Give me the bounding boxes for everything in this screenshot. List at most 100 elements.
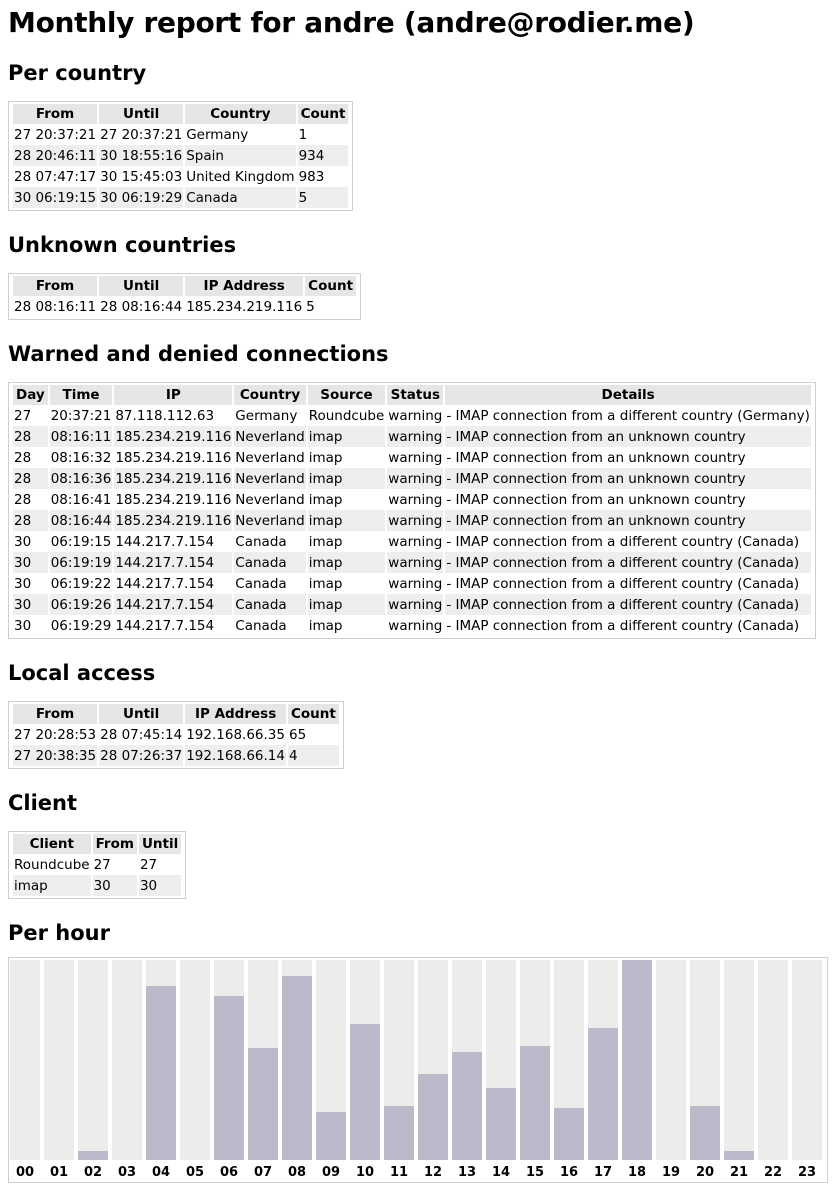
- cell-ip-address: 185.234.219.116: [186, 298, 303, 315]
- cell-source: imap: [308, 449, 343, 466]
- table-row: 27 20:38:35 28 07:26:37 192.168.66.14 4: [13, 745, 339, 766]
- cell-day: 28: [13, 510, 48, 531]
- cell-details: - IMAP connection from an unknown countr…: [445, 510, 811, 531]
- cell-time: 06:19:22: [50, 575, 112, 592]
- table-row: 28 08:16:32 185.234.219.116 Neverland imap wa…: [13, 447, 811, 468]
- table-row: imap 30 30: [13, 875, 182, 896]
- cell-from: 30: [92, 875, 137, 896]
- cell-details: - IMAP connection from a different count…: [445, 552, 811, 573]
- hour-tick-label-01: 01: [50, 1165, 68, 1180]
- cell-ip: 185.234.219.116: [114, 426, 233, 447]
- cell-ip-address: 192.168.66.35: [186, 726, 285, 743]
- cell-source: imap: [307, 510, 386, 531]
- cell-count: 5: [297, 187, 349, 208]
- cell-time: 06:19:19: [49, 552, 113, 573]
- cell-count: 1: [298, 126, 308, 143]
- hour-bar-17: [588, 1028, 618, 1160]
- cell-status: warning: [387, 552, 444, 573]
- cell-country: Germany: [235, 407, 298, 424]
- column-header-count: Count: [287, 704, 339, 724]
- column-header-country: Country: [234, 385, 306, 405]
- cell-from: 28 08:16:11: [14, 298, 97, 315]
- cell-country: Neverland: [235, 449, 305, 466]
- cell-details: - IMAP connection from an unknown countr…: [445, 468, 811, 489]
- hour-column-bg: [792, 960, 822, 1160]
- local-access-table-wrap: From Until IP Address Count 27 20:28:53 28 0…: [8, 701, 344, 769]
- hour-tick-label-18: 18: [628, 1165, 646, 1180]
- hour-bar-12: [418, 1074, 448, 1160]
- hour-column-bg: [10, 960, 40, 1160]
- cell-count: 4: [287, 745, 339, 766]
- cell-until: 27 20:37:21: [100, 126, 183, 143]
- cell-count: 5: [306, 298, 315, 315]
- hour-tick-label-00: 00: [16, 1165, 34, 1180]
- column-header-from: From: [13, 104, 98, 124]
- hour-column-bg: [78, 960, 108, 1160]
- cell-country: Germany: [186, 126, 249, 143]
- column-header-status: Status: [387, 385, 444, 405]
- client-table: Client From Until Roundcube 27 27 imap 30 30: [11, 834, 183, 896]
- table-row: 28 07:47:17 30 15:45:03 United Kingdom 983: [13, 166, 348, 187]
- hour-column-bg: [180, 960, 210, 1160]
- cell-details: - IMAP connection from a different count…: [446, 575, 800, 592]
- column-header-ip-address: IP Address: [185, 276, 304, 296]
- column-header-from: From: [13, 704, 98, 724]
- cell-country: United Kingdom: [186, 168, 295, 185]
- cell-from: 27 20:38:35: [13, 745, 98, 766]
- cell-country: Neverland: [234, 510, 306, 531]
- client-heading: Client: [8, 791, 78, 815]
- cell-details: - IMAP connection from a different count…: [445, 594, 811, 615]
- cell-source: imap: [308, 617, 343, 634]
- column-header-details: Details: [445, 385, 811, 405]
- cell-country: Neverland: [234, 426, 306, 447]
- cell-until: 30 06:19:29: [99, 187, 184, 208]
- per-hour-chart: 00 01 02 03 04 05 06 07 08 09 10 11 12 13 14 15 16 17 18 19…: [8, 957, 828, 1183]
- cell-ip-address: 192.168.66.14: [185, 745, 286, 766]
- cell-from: 27 20:28:53: [14, 726, 97, 743]
- hour-bar-21: [724, 1151, 754, 1160]
- per-country-table: From Until Country Count 27 20:37:21 27 20:3…: [11, 104, 350, 208]
- column-header-until: Until: [99, 704, 184, 724]
- per-hour-chart-svg: 00 01 02 03 04 05 06 07 08 09 10 11 12 13 14 15 16 17 18 19…: [10, 960, 822, 1180]
- cell-source: imap: [308, 491, 343, 508]
- cell-details: - IMAP connection from an unknown countr…: [446, 449, 746, 466]
- cell-ip: 185.234.219.116: [115, 449, 232, 466]
- table-row: 30 06:19:26 144.217.7.154 Canada imap warning…: [13, 594, 811, 615]
- cell-country: Neverland: [234, 468, 306, 489]
- hour-tick-label-11: 11: [390, 1165, 408, 1180]
- hour-column-bg: [656, 960, 686, 1160]
- unknown-countries-table: From Until IP Address Count 28 08:16:11 28 0…: [11, 276, 358, 317]
- cell-day: 30: [14, 617, 32, 634]
- table-row: 28 20:46:11 30 18:55:16 Spain 934: [13, 145, 349, 166]
- column-header-source: Source: [307, 385, 386, 405]
- hour-tick-label-08: 08: [288, 1165, 306, 1180]
- hour-tick-label-20: 20: [696, 1165, 714, 1180]
- column-header-count: Count: [305, 276, 357, 296]
- cell-count: 983: [298, 168, 325, 185]
- warned-table-wrap: Day Time IP Country Source Status Details 27 20…: [8, 382, 816, 639]
- unknown-countries-heading: Unknown countries: [8, 233, 237, 257]
- table-row: 30 06:19:19 144.217.7.154 Canada imap warning…: [13, 552, 811, 573]
- cell-from: 27: [93, 856, 111, 873]
- hour-tick-label-03: 03: [118, 1165, 136, 1180]
- cell-until: 30: [138, 875, 182, 896]
- cell-time: 08:16:32: [50, 449, 112, 466]
- cell-ip: 185.234.219.116: [115, 491, 232, 508]
- cell-ip: 185.234.219.116: [114, 468, 233, 489]
- hour-tick-label-07: 07: [254, 1165, 272, 1180]
- cell-client: imap: [13, 875, 91, 896]
- cell-until: 27: [139, 856, 158, 873]
- cell-status: warning: [388, 617, 443, 634]
- cell-client: Roundcube: [14, 856, 90, 873]
- cell-details: - IMAP connection from a different count…: [446, 617, 800, 634]
- cell-day: 30: [13, 594, 48, 615]
- hour-tick-label-12: 12: [424, 1165, 442, 1180]
- table-row: 27 20:37:21 87.118.112.63 Germany Roundcube w…: [13, 405, 811, 426]
- page-title: Monthly report for andre (andre@rodier.m…: [8, 6, 695, 39]
- cell-status: warning: [388, 575, 443, 592]
- cell-day: 30: [14, 575, 32, 592]
- cell-country: Canada: [234, 552, 306, 573]
- hour-bar-11: [384, 1106, 414, 1160]
- hour-bar-06: [214, 996, 244, 1160]
- cell-country: Canada: [235, 575, 287, 592]
